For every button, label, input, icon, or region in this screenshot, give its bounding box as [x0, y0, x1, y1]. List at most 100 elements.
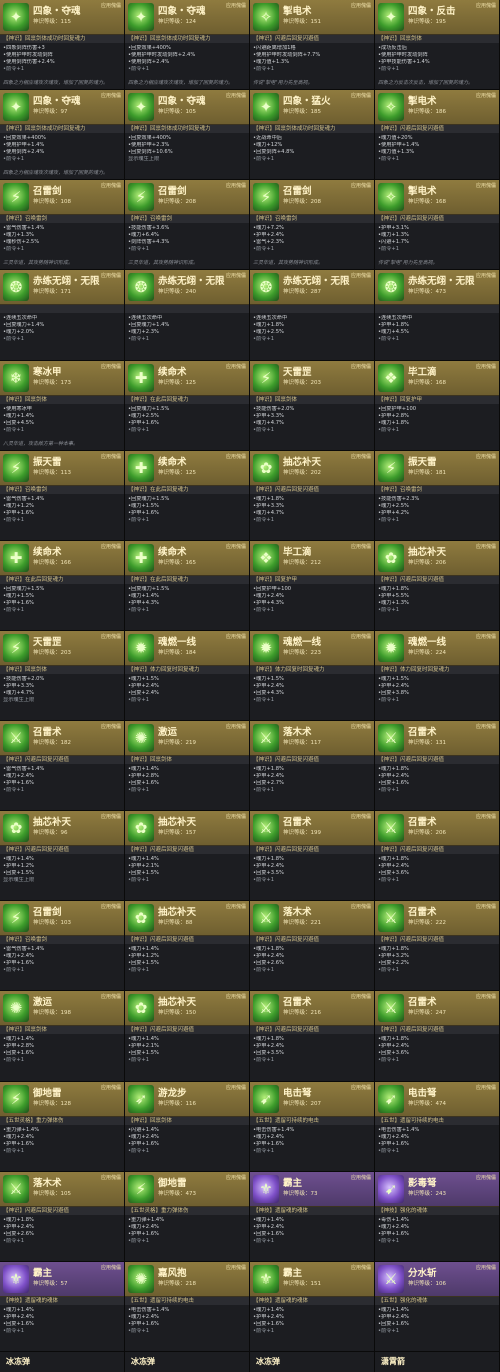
more-link[interactable]: •前令+1 — [253, 1328, 371, 1335]
more-link[interactable]: •前令+1 — [3, 967, 121, 974]
skill-card[interactable]: ✧ 掣电术 应用傀儡 神识等级：168 【神识】闪避后回复闪避值 •护甲+3.1% •魂力+… — [375, 180, 500, 271]
skill-card[interactable]: ⚔ 召雷术 应用傀儡 神识等级：247 【神识】闪避后回复闪避值 •魂力+1.8% •护甲+… — [375, 991, 500, 1082]
more-link[interactable]: •前令+1 — [253, 967, 371, 974]
skill-card[interactable]: ➹ 电击弩 应用傀儡 神识等级：474 【五世】遗留可持续的电击 •电击伤害+1.4% •魂… — [375, 1081, 500, 1172]
more-link[interactable]: •前令+1 — [378, 427, 496, 434]
skill-card[interactable]: ⚡ 召雷剑 应用傀儡 神识等级：108 【神识】召唤雷剑 •雷气伤害+1.4% •魂力+1.… — [0, 180, 125, 271]
skill-card[interactable]: ⚡ 御地雷 应用傀儡 神识等级：128 【五世灵格】重力弹体伤 •重力弹+1.4% •魂力+… — [0, 1081, 125, 1172]
more-link[interactable]: •前令+1 — [378, 787, 496, 794]
skill-card[interactable]: ⚡ 天雷罡 应用傀儡 神识等级：203 【神识】回禀剑体 •技能伤害+2.0% •护甲+3.… — [250, 360, 375, 451]
skill-card[interactable]: ❂ 赤练无翊・无限 应用傀儡 神识等级：240 •连续五次命中 •回复魂力+1.4% •魂力… — [125, 270, 250, 361]
more-link[interactable]: •前令+1 — [253, 517, 371, 524]
more-link[interactable]: •前令+1 — [3, 156, 121, 163]
skill-card[interactable]: ✺ 嘉风抱 应用傀儡 神识等级：218 【五世】遗留可持续的电击 •电击伤害+1.4% •魂… — [125, 1261, 250, 1352]
more-link[interactable]: •前令+1 — [378, 1057, 496, 1064]
skill-card[interactable]: ❖ 毕工滴 应用傀儡 神识等级：168 【神识】回复护甲 •回复护甲+100 •护甲+2.8… — [375, 360, 500, 451]
more-link[interactable]: •前令+1 — [128, 1238, 246, 1245]
more-link[interactable]: •前令+1 — [378, 1238, 496, 1245]
more-link[interactable]: •前令+1 — [128, 607, 246, 614]
skill-card[interactable]: ✚ 续命术 应用傀儡 神识等级：125 【神识】在此后回复魂力 •回复魂力+1.5% •魂力… — [125, 360, 250, 451]
skill-card[interactable]: ❂ 赤练无翊・无限 应用傀儡 神识等级：287 •连续五次命中 •魂力+1.8% •魂力+2… — [250, 270, 375, 361]
skill-card[interactable]: ✹ 魂燃一线 应用傀儡 神识等级：224 【神识】体力回复时回复魂力 •魂力+1.5% •护… — [375, 630, 500, 722]
skill-card[interactable]: ⚡ 天雷罡 应用傀儡 神识等级：203 【神识】回禀剑体 •技能伤害+2.0% •护甲+3.… — [0, 630, 125, 722]
more-link[interactable]: •前令+1 — [3, 1057, 121, 1064]
skill-card[interactable]: ✦ 四象・猛火 应用傀儡 神识等级：185 【神识】回禀剑体成功时回复魂力 •近战命中后 •… — [250, 90, 375, 181]
more-link[interactable]: •前令+1 — [128, 787, 246, 794]
more-link[interactable]: •前令+1 — [253, 1148, 371, 1155]
skill-card[interactable]: ✦ 四象・夺魂 应用傀儡 神识等级：97 【神识】回禀剑体成功时回复魂力 •回复效果+40… — [0, 90, 125, 181]
skill-card[interactable]: ✿ 抽芯补天 应用傀儡 神识等级：206 【神识】闪避后回复闪避值 •魂力+1.8% •护甲… — [375, 540, 500, 631]
skill-card[interactable]: ✿ 抽芯补天 应用傀儡 神识等级：88 【神识】闪避后回复闪避值 •魂力+1.4% •护甲+… — [125, 901, 250, 992]
more-link[interactable]: •前令+1 — [253, 427, 371, 434]
footer-card[interactable]: 冰冻弹 — [125, 1351, 250, 1372]
skill-card[interactable]: ⚡ 召雷剑 应用傀儡 神识等级：208 【神识】召唤雷剑 •魂力+7.2% •护甲+2.4%… — [250, 180, 375, 271]
more-link[interactable]: •前令+1 — [378, 877, 496, 884]
skill-card[interactable]: ✦ 四象・夺魂 应用傀儡 神识等级：124 【神识】回禀剑体成功时回复魂力 •回复效果+4… — [125, 0, 250, 91]
more-link[interactable]: •前令+1 — [378, 967, 496, 974]
more-link[interactable]: •前令+1 — [253, 697, 371, 704]
footer-card[interactable]: 潇霄箭 — [375, 1351, 500, 1372]
skill-card[interactable]: ⚔ 召雷术 应用傀儡 神识等级：131 【神识】闪避后回复闪避值 •魂力+1.8% •护甲+… — [375, 721, 500, 812]
more-link[interactable]: 显示魂生上限 — [3, 697, 121, 704]
skill-card[interactable]: ⚔ 落木术 应用傀儡 神识等级：221 【神识】闪避后回复闪避值 •魂力+1.8% •护甲+… — [250, 901, 375, 992]
more-link[interactable]: •前令+1 — [3, 517, 121, 524]
more-link[interactable]: •前令+1 — [253, 246, 371, 253]
skill-card[interactable]: ⚔ 召雷术 应用傀儡 神识等级：206 【神识】闪避后回复闪避值 •魂力+1.8% •护甲+… — [375, 811, 500, 902]
more-link[interactable]: •前令+1 — [253, 66, 371, 73]
more-link[interactable]: •前令+1 — [253, 787, 371, 794]
more-link[interactable]: •前令+1 — [253, 1238, 371, 1245]
footer-card[interactable]: 冰冻弹 — [0, 1351, 125, 1372]
skill-card[interactable]: ✚ 续命术 应用傀儡 神识等级：166 【神识】在此后回复魂力 •回复魂力+1.5% •魂力… — [0, 540, 125, 631]
more-link[interactable]: 显示魂生上限 — [3, 877, 121, 884]
more-link[interactable]: •前令+1 — [128, 697, 246, 704]
more-link[interactable]: •前令+1 — [378, 517, 496, 524]
more-link[interactable]: •前令+1 — [253, 607, 371, 614]
skill-card[interactable]: ✦ 四象・夺魂 应用傀儡 神识等级：105 【神识】回禀剑体成功时回复魂力 •回复效果+4… — [125, 90, 250, 181]
skill-card[interactable]: ✿ 抽芯补天 应用傀儡 神识等级：157 【神识】闪避后回复闪避值 •魂力+1.4% •护甲… — [125, 811, 250, 902]
skill-card[interactable]: ⚔ 分水斩 应用傀儡 神识等级：106 【五世】强化的魂体 •魂力+1.4% •护甲+2.4… — [375, 1261, 500, 1352]
more-link[interactable]: •前令+1 — [3, 787, 121, 794]
more-link[interactable]: •前令+1 — [378, 66, 496, 73]
more-link[interactable]: •前令+1 — [128, 1328, 246, 1335]
more-link[interactable]: •前令+1 — [378, 1328, 496, 1335]
skill-card[interactable]: ⚔ 召雷术 应用傀儡 神识等级：182 【神识】闪避后回复闪避值 •雷气伤害+1.4% •魂… — [0, 721, 125, 812]
more-link[interactable]: •前令+1 — [128, 967, 246, 974]
skill-card[interactable]: ✹ 魂燃一线 应用傀儡 神识等级：184 【神识】体力回复时回复魂力 •魂力+1.5% •护… — [125, 630, 250, 722]
skill-card[interactable]: ➹ 电击弩 应用傀儡 神识等级：207 【五世】遗留可持续的电击 •电击伤害+1.4% •魂… — [250, 1081, 375, 1172]
skill-card[interactable]: ➹ 影毒弩 应用傀儡 神识等级：243 【神技】强化的魂体 •毒伤+1.4% •魂力+2.4… — [375, 1171, 500, 1262]
skill-card[interactable]: ⚡ 御地雷 应用傀儡 神识等级：473 【五世灵格】重力弹体伤 •重力弹+1.4% •魂力+… — [125, 1171, 250, 1262]
more-link[interactable]: •前令+1 — [3, 66, 121, 73]
skill-card[interactable]: ⚡ 振天雷 应用傀儡 神识等级：113 【神识】召唤雷剑 •雷气伤害+1.4% •魂力+1.… — [0, 450, 125, 541]
more-link[interactable]: •前令+1 — [3, 1238, 121, 1245]
more-link[interactable]: •前令+1 — [3, 427, 121, 434]
skill-card[interactable]: ✺ 激运 应用傀儡 神识等级：198 【神识】回禀剑体 •魂力+1.4% •护甲+2.8% •… — [0, 991, 125, 1082]
skill-card[interactable]: ➶ 游龙步 应用傀儡 神识等级：116 【神识】回禀剑体 •闪避+1.4% •魂力+2.4%… — [125, 1081, 250, 1172]
skill-card[interactable]: ✚ 续命术 应用傀儡 神识等级：165 【神识】在此后回复魂力 •回复魂力+1.5% •魂力… — [125, 540, 250, 631]
skill-card[interactable]: ✹ 魂燃一线 应用傀儡 神识等级：223 【神识】体力回复时回复魂力 •魂力+1.5% •护… — [250, 630, 375, 722]
more-link[interactable]: •前令+1 — [253, 877, 371, 884]
skill-card[interactable]: ✦ 四象・夺魂 应用傀儡 神识等级：115 【神识】回禀剑体成功时回复魂力 •四象剑阵伤害… — [0, 0, 125, 91]
more-link[interactable]: •前令+1 — [378, 336, 496, 343]
more-link[interactable]: •前令+1 — [378, 246, 496, 253]
footer-card[interactable]: 冰冻弹 — [250, 1351, 375, 1372]
more-link[interactable]: 显示魂生上限 — [128, 156, 246, 163]
more-link[interactable]: •前令+1 — [3, 607, 121, 614]
more-link[interactable]: •前令+1 — [3, 1148, 121, 1155]
more-link[interactable]: •前令+1 — [128, 66, 246, 73]
more-link[interactable]: •前令+1 — [128, 336, 246, 343]
skill-card[interactable]: ✿ 抽芯补天 应用傀儡 神识等级：150 【神识】闪避后回复闪避值 •魂力+1.4% •护甲… — [125, 991, 250, 1082]
skill-card[interactable]: ❂ 赤练无翊・无限 应用傀儡 神识等级：473 •连续五次命中 •护甲+1.8% •魂力+4… — [375, 270, 500, 361]
skill-card[interactable]: ⚡ 召雷剑 应用傀儡 神识等级：208 【神识】召唤雷剑 •技能伤害+3.6% •魂力+6.… — [125, 180, 250, 271]
more-link[interactable]: •前令+1 — [3, 336, 121, 343]
skill-card[interactable]: ✿ 抽芯补天 应用傀儡 神识等级：96 【神识】闪避后回复闪避值 •魂力+1.4% •护甲+… — [0, 811, 125, 902]
more-link[interactable]: •前令+1 — [3, 246, 121, 253]
more-link[interactable]: •前令+1 — [128, 1148, 246, 1155]
skill-card[interactable]: ⚡ 振天雷 应用傀儡 神识等级：181 【神识】召唤雷剑 •技能伤害+2.3% •魂力+2.… — [375, 450, 500, 541]
skill-card[interactable]: ✧ 掣电术 应用傀儡 神识等级：186 【神识】闪避后回复闪避值 •魂力值+20% •使用护… — [375, 90, 500, 181]
skill-card[interactable]: ❂ 赤练无翊・无限 应用傀儡 神识等级：171 •连续五次命中 •回复魂力+1.4% •魂力… — [0, 270, 125, 361]
more-link[interactable]: •前令+1 — [253, 336, 371, 343]
skill-card[interactable]: ⚜ 霸主 应用傀儡 神识等级：151 【神技】遗留魂的魂体 •魂力+1.4% •护甲+2.4… — [250, 1261, 375, 1352]
more-link[interactable]: •前令+1 — [128, 246, 246, 253]
more-link[interactable]: •前令+1 — [253, 156, 371, 163]
skill-card[interactable]: ✚ 续命术 应用傀儡 神识等级：125 【神识】在此后回复魂力 •回复魂力+1.5% •魂力… — [125, 450, 250, 541]
